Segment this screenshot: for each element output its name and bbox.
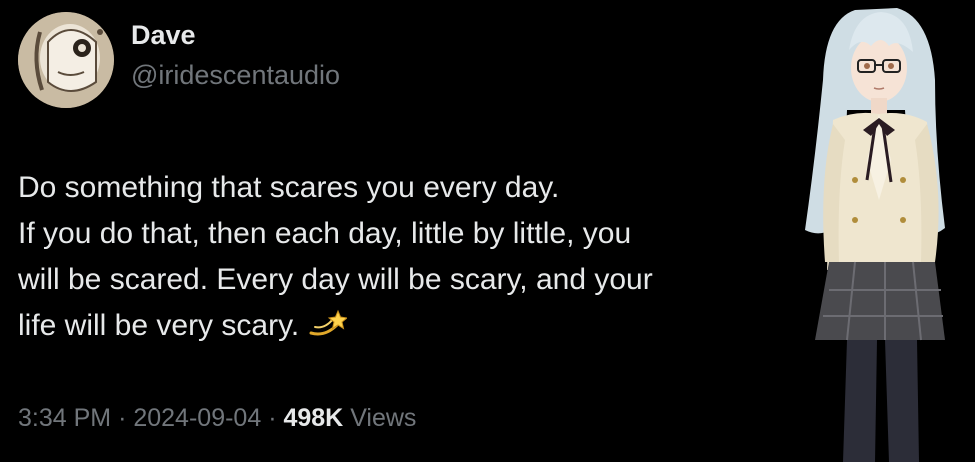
views-count[interactable]: 498K <box>283 404 343 432</box>
author-handle[interactable]: @iridescentaudio <box>131 60 340 91</box>
tweet-line: will be scared. Every day will be scary,… <box>18 263 653 296</box>
meta-separator: · <box>118 404 127 432</box>
dizzy-sparkle-icon <box>307 307 349 339</box>
tweet-line-text: life will be very scary. <box>18 309 300 342</box>
views-label: Views <box>350 404 417 432</box>
tweet-meta: 3:34 PM · 2024-09-04 · 498K Views <box>18 404 416 433</box>
author-display-name[interactable]: Dave <box>131 20 196 51</box>
tweet-text: Do something that scares you every day. … <box>18 165 798 349</box>
tweet-date[interactable]: 2024-09-04 <box>133 404 261 432</box>
tweet-line-last: life will be very scary. <box>18 303 798 349</box>
tweet-time[interactable]: 3:34 PM <box>18 404 111 432</box>
avatar[interactable] <box>18 12 114 108</box>
tweet-line: If you do that, then each day, little by… <box>18 217 632 250</box>
tweet-line: Do something that scares you every day. <box>18 171 560 204</box>
meta-separator: · <box>268 404 277 432</box>
avatar-mask-image <box>18 12 114 108</box>
anime-character-image <box>785 0 960 462</box>
